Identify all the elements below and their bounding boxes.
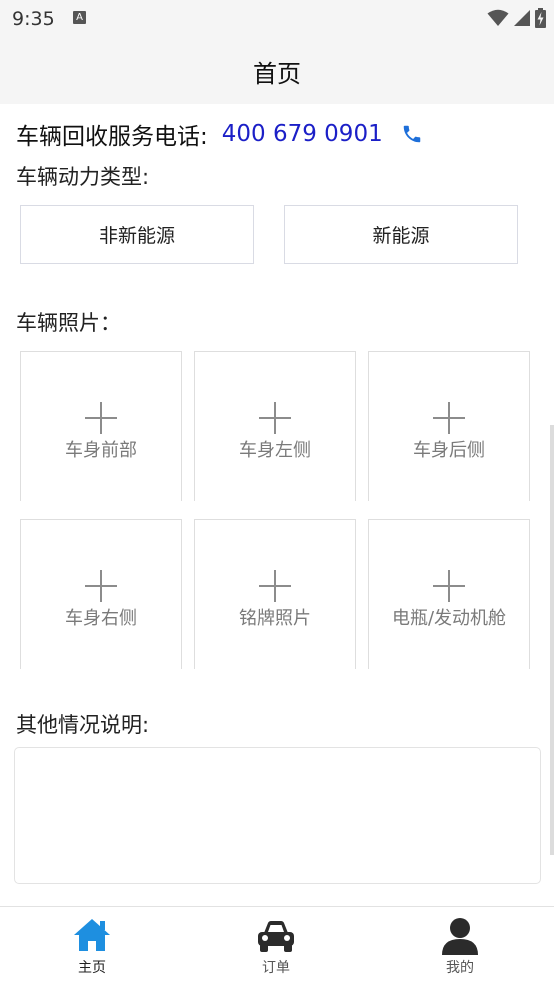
hotline-row: 车辆回收服务电话: 400 679 0901 — [16, 118, 423, 150]
photo-caption: 车身左侧 — [239, 440, 311, 461]
photo-upload-right[interactable]: 车身右侧 — [20, 519, 182, 669]
photo-upload-rear[interactable]: 车身后侧 — [368, 351, 530, 501]
tab-label: 订单 — [262, 960, 290, 976]
page-title: 首页 — [253, 60, 301, 88]
photo-upload-left[interactable]: 车身左侧 — [194, 351, 356, 501]
new-energy-option[interactable]: 新能源 — [284, 205, 518, 264]
status-time: 9:35 — [12, 8, 55, 30]
tab-orders[interactable]: 订单 — [184, 907, 368, 985]
tab-label: 主页 — [78, 960, 106, 976]
user-icon — [442, 918, 478, 955]
status-bar: 9:35 A — [0, 0, 554, 38]
plus-icon — [259, 570, 291, 602]
battery-icon — [535, 8, 546, 28]
plus-icon — [85, 570, 117, 602]
remarks-label: 其他情况说明: — [16, 713, 150, 737]
notification-a-icon: A — [73, 11, 86, 24]
scrollbar[interactable] — [550, 425, 554, 855]
home-icon — [74, 919, 110, 951]
wifi-icon — [487, 9, 509, 26]
photo-caption: 铭牌照片 — [239, 608, 311, 629]
car-icon — [258, 921, 294, 952]
photo-upload-nameplate[interactable]: 铭牌照片 — [194, 519, 356, 669]
signal-icon — [514, 10, 530, 26]
photos-label: 车辆照片： — [16, 311, 121, 335]
plus-icon — [259, 402, 291, 434]
hotline-label: 车辆回收服务电话: — [16, 124, 208, 150]
tab-home[interactable]: 主页 — [0, 907, 184, 985]
remarks-textarea[interactable] — [14, 747, 541, 884]
bottom-tab-bar: 主页 订单 我的 — [0, 906, 554, 985]
photo-caption: 电瓶/发动机舱 — [391, 608, 507, 629]
photo-caption: 车身右侧 — [65, 608, 137, 629]
power-type-label: 车辆动力类型: — [16, 165, 150, 189]
system-icons — [487, 8, 546, 28]
app-bar: 首页 — [0, 38, 554, 104]
hotline-number-link[interactable]: 400 679 0901 — [222, 121, 383, 147]
non-new-energy-option[interactable]: 非新能源 — [20, 205, 254, 264]
photo-upload-battery-engine[interactable]: 电瓶/发动机舱 — [368, 519, 530, 669]
tab-mine[interactable]: 我的 — [368, 907, 552, 985]
phone-icon[interactable] — [401, 123, 423, 145]
tab-label: 我的 — [446, 960, 474, 976]
plus-icon — [85, 402, 117, 434]
photo-upload-front[interactable]: 车身前部 — [20, 351, 182, 501]
photo-caption: 车身前部 — [65, 440, 137, 461]
plus-icon — [433, 402, 465, 434]
photo-caption: 车身后侧 — [413, 440, 485, 461]
plus-icon — [433, 570, 465, 602]
